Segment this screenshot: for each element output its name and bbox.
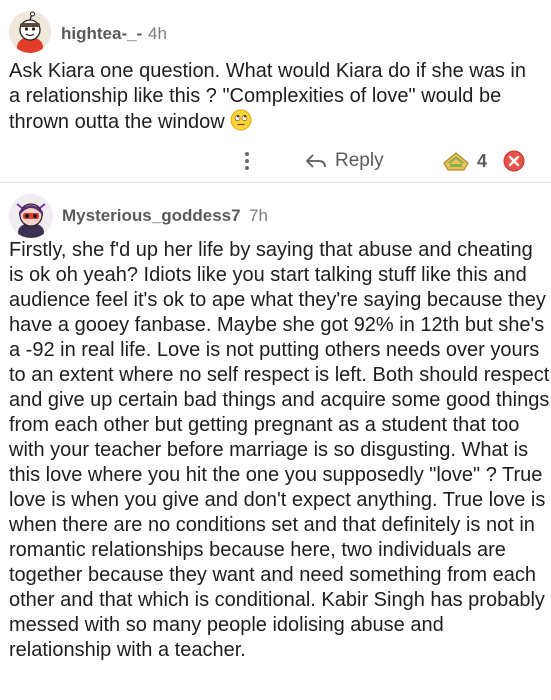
username[interactable]: Mysterious_goddess7	[62, 206, 241, 226]
avatar-snoo-icon	[9, 11, 51, 53]
reply-button[interactable]: Reply	[305, 149, 384, 173]
more-vertical-icon[interactable]	[240, 149, 254, 173]
avatar-snoo-icon	[9, 194, 53, 238]
username[interactable]: hightea-_-	[61, 24, 142, 44]
upvote-award-icon[interactable]	[440, 149, 472, 173]
comment-body: Firstly, she f'd up her life by saying t…	[9, 239, 550, 661]
reply-arrow-icon	[306, 154, 326, 168]
comment-actions: Reply 4	[0, 143, 551, 179]
avatar[interactable]	[9, 11, 51, 53]
avatar[interactable]	[9, 194, 53, 238]
downvote-x-icon[interactable]	[503, 150, 525, 172]
timestamp: 7h	[249, 206, 268, 225]
comment-thread: hightea-_- 4h Ask Kiara one question. Wh…	[0, 0, 551, 700]
comment-hightea: hightea-_- 4h Ask Kiara one question. Wh…	[0, 0, 551, 182]
comment-body: Ask Kiara one question. What would Kiara…	[9, 59, 541, 135]
rolling-eyes-emoji-icon	[230, 109, 252, 131]
comment-divider	[0, 182, 551, 183]
comment-text: Ask Kiara one question. What would Kiara…	[9, 60, 526, 133]
timestamp: 4h	[148, 24, 167, 43]
vote-score: 4	[477, 151, 488, 171]
reply-label: Reply	[335, 150, 384, 171]
